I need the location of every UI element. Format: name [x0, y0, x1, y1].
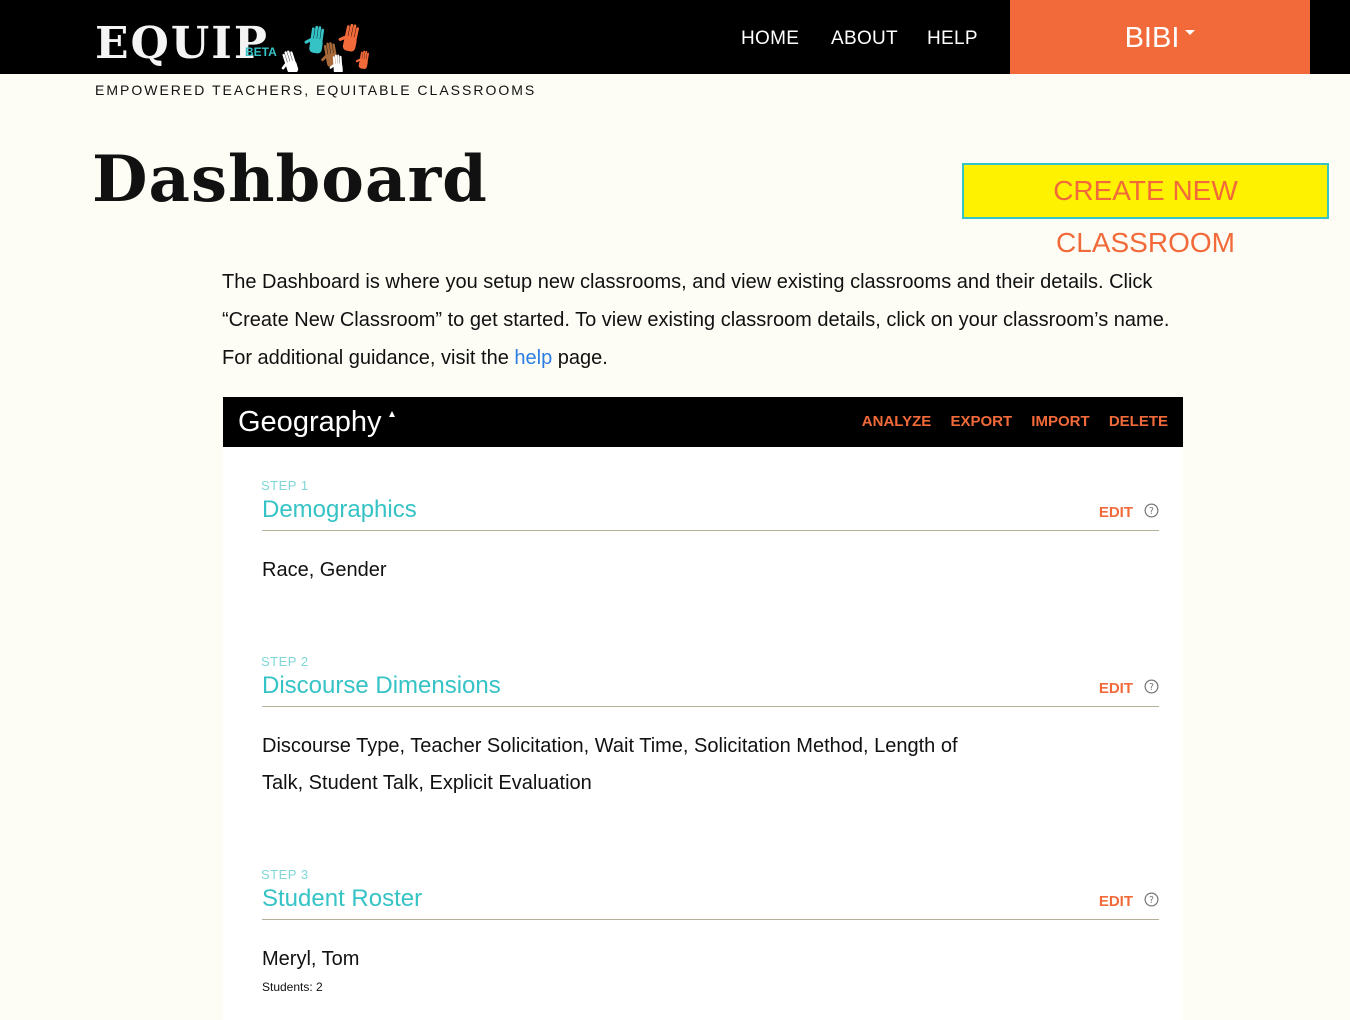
sort-up-icon[interactable]	[389, 411, 395, 417]
edit-demographics-button[interactable]: EDIT	[1099, 504, 1133, 521]
intro-paragraph: The Dashboard is where you setup new cla…	[222, 263, 1182, 377]
divider	[262, 706, 1159, 707]
nav-about-link[interactable]: ABOUT	[831, 0, 898, 74]
step-content: Discourse Type, Teacher Solicitation, Wa…	[262, 735, 958, 794]
hand-shape	[304, 25, 325, 54]
create-classroom-button[interactable]: CREATE NEW CLASSROOM	[962, 163, 1329, 258]
step-label: STEP 1	[261, 478, 309, 493]
equip-logo[interactable]: EQUIP BETA	[95, 18, 385, 72]
hand-shape	[338, 23, 359, 52]
user-menu-button[interactable]: BIBI	[1010, 0, 1310, 74]
classroom-actions: ANALYZE EXPORT IMPORT DELETE	[847, 397, 1168, 447]
edit-roster-button[interactable]: EDIT	[1099, 893, 1133, 910]
intro-text: The Dashboard is where you setup new cla…	[222, 271, 1170, 369]
export-button[interactable]: EXPORT	[950, 413, 1012, 430]
nav-help-link[interactable]: HELP	[927, 0, 978, 74]
raised-hands-icon	[281, 23, 370, 72]
user-name: BIBI	[1124, 22, 1180, 54]
help-circle-icon[interactable]: ?	[1144, 503, 1159, 518]
step-label: STEP 2	[261, 654, 309, 669]
import-button[interactable]: IMPORT	[1031, 413, 1089, 430]
hand-shape	[355, 50, 370, 69]
divider	[262, 530, 1159, 531]
analyze-button[interactable]: ANALYZE	[862, 413, 931, 430]
step-title: Demographics	[262, 496, 417, 523]
page-title: Dashboard	[92, 142, 488, 217]
step-label: STEP 3	[261, 867, 309, 882]
classroom-header: Geography ANALYZE EXPORT IMPORT DELETE	[223, 397, 1183, 447]
classroom-name-link[interactable]: Geography	[238, 397, 382, 447]
step-content: Race, Gender	[262, 559, 387, 581]
logo-wordmark: EQUIP	[95, 18, 269, 69]
svg-text:?: ?	[1149, 682, 1154, 693]
hand-shape	[281, 50, 299, 72]
student-count: Students: 2	[262, 980, 323, 994]
step-title: Student Roster	[262, 885, 423, 912]
classroom-details: STEP 1 Demographics EDIT ? Race, Gender …	[223, 447, 1183, 1020]
top-navbar: EQUIP BETA HOME ABOUT HELP BIBI	[0, 0, 1350, 74]
tagline: EMPOWERED TEACHERS, EQUITABLE CLASSROOMS	[95, 82, 537, 98]
nav-home-link[interactable]: HOME	[741, 0, 799, 74]
delete-button[interactable]: DELETE	[1109, 413, 1168, 430]
beta-badge: BETA	[245, 45, 277, 59]
divider	[262, 919, 1159, 920]
step-title: Discourse Dimensions	[262, 672, 501, 699]
edit-dimensions-button[interactable]: EDIT	[1099, 680, 1133, 697]
svg-text:?: ?	[1149, 895, 1154, 906]
intro-text-end: page.	[557, 347, 608, 369]
help-circle-icon[interactable]: ?	[1144, 679, 1159, 694]
svg-text:?: ?	[1149, 506, 1154, 517]
help-link[interactable]: help	[514, 347, 552, 369]
step-content: Meryl, Tom	[262, 948, 360, 970]
help-circle-icon[interactable]: ?	[1144, 892, 1159, 907]
chevron-down-icon	[1185, 29, 1196, 35]
